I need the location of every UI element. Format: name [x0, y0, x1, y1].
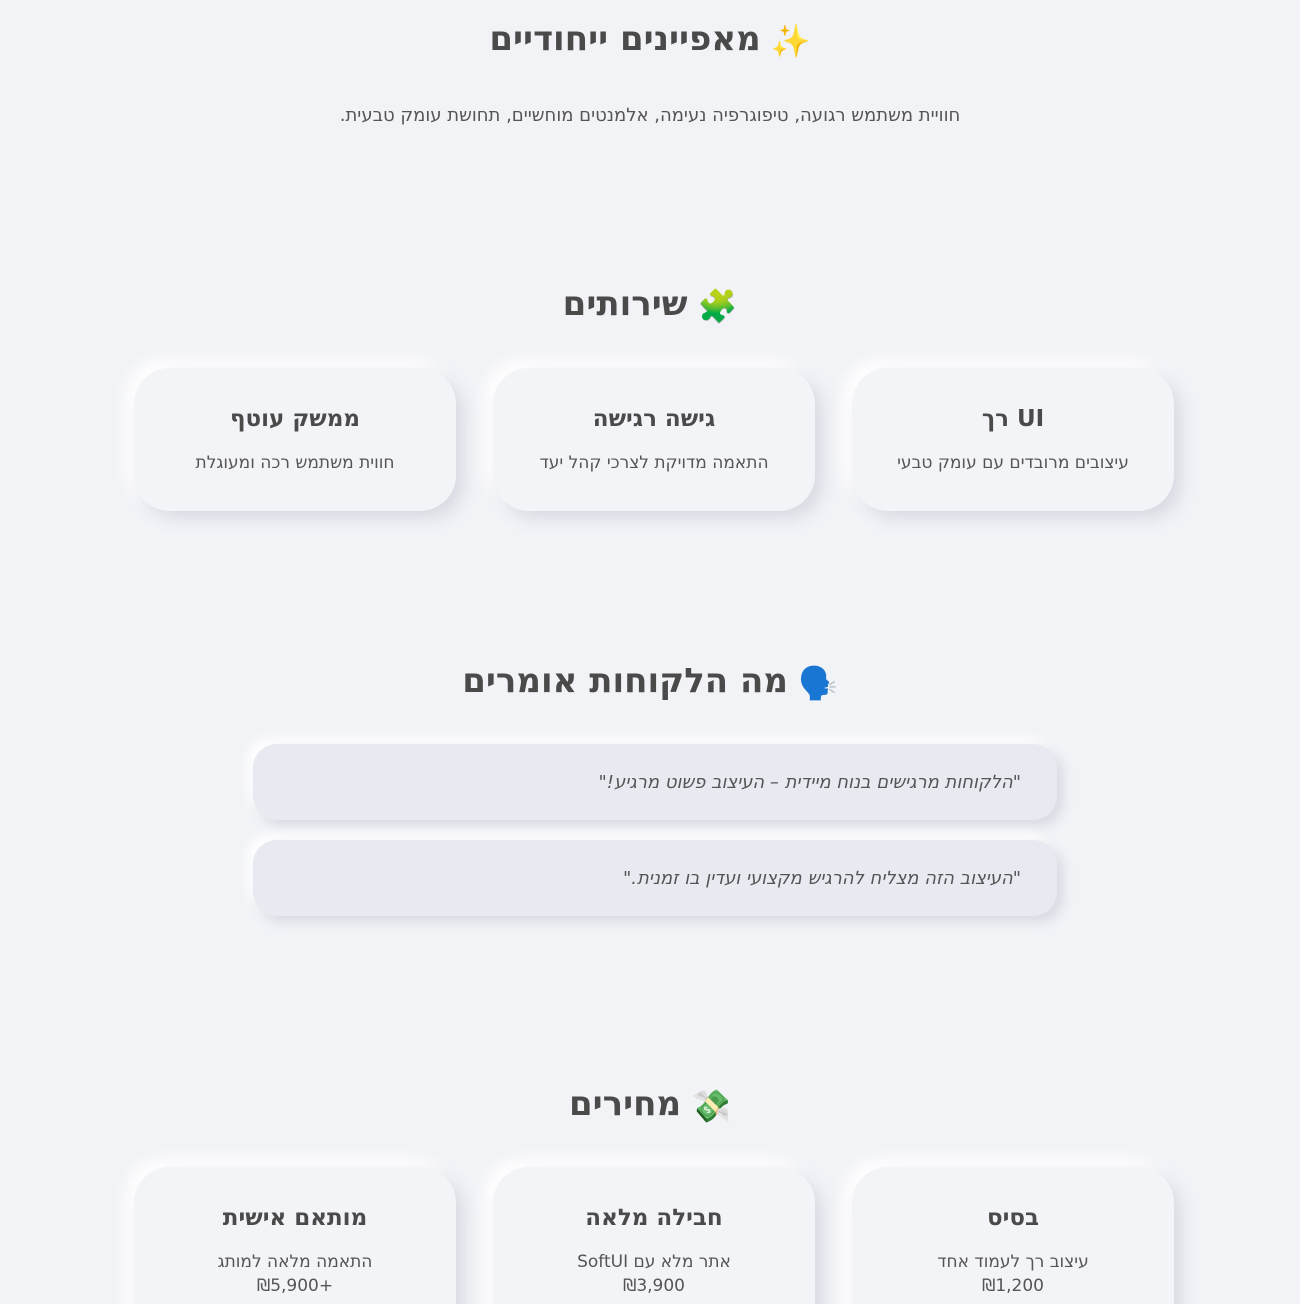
pricing-card-basic[interactable]: בסיס עיצוב רך לעמוד אחד ₪1,200 [852, 1167, 1174, 1304]
testimonials-title: מה הלקוחות אומרים [462, 661, 788, 701]
service-card-desc: התאמה מדויקת לצרכי קהל יעד [539, 453, 769, 473]
service-card-title: גישה רגישה [592, 406, 716, 432]
pricing-card-price: ₪5,900+ [256, 1276, 334, 1296]
speaking-head-icon: 🗣️ [797, 664, 838, 702]
service-card[interactable]: ממשק עוטף חווית משתמש רכה ומעוגלת [134, 368, 456, 511]
service-card-title: UI רך [981, 406, 1045, 432]
testimonials-heading: 🗣️מה הלקוחות אומרים [0, 664, 1300, 699]
sparkles-icon: ✨ [770, 22, 811, 60]
pricing-card-desc: התאמה מלאה למותג [217, 1252, 373, 1272]
pricing-card-full[interactable]: חבילה מלאה אתר מלא עם SoftUI ₪3,900 [493, 1167, 815, 1304]
pricing-cards: בסיס עיצוב רך לעמוד אחד ₪1,200 חבילה מלא… [134, 1167, 1174, 1304]
features-subtitle: חוויית משתמש רגועה, טיפוגרפיה נעימה, אלמ… [339, 105, 961, 126]
pricing-card-desc: אתר מלא עם SoftUI [577, 1252, 731, 1272]
services-cards: UI רך עיצובים מרובדים עם עומק טבעי גישה … [134, 368, 1174, 511]
features-heading: ✨מאפיינים ייחודיים [0, 22, 1300, 57]
features-title: מאפיינים ייחודיים [489, 19, 761, 59]
service-card-desc: עיצובים מרובדים עם עומק טבעי [897, 453, 1129, 473]
service-card[interactable]: UI רך עיצובים מרובדים עם עומק טבעי [852, 368, 1174, 511]
pricing-card-title: חבילה מלאה [585, 1205, 723, 1231]
pricing-section: 💸מחירים בסיס עיצוב רך לעמוד אחד ₪1,200 ח… [0, 1087, 1300, 1304]
service-card[interactable]: גישה רגישה התאמה מדויקת לצרכי קהל יעד [493, 368, 815, 511]
services-section: 🧩שירותים UI רך עיצובים מרובדים עם עומק ט… [0, 287, 1300, 511]
services-title: שירותים [562, 284, 688, 324]
pricing-title: מחירים [569, 1084, 682, 1124]
services-heading: 🧩שירותים [0, 287, 1300, 322]
money-with-wings-icon: 💸 [691, 1087, 731, 1125]
service-card-desc: חווית משתמש רכה ומעוגלת [195, 453, 395, 473]
testimonial-quote: "הלקוחות מרגישים בנוח מיידית – העיצוב פש… [253, 744, 1057, 820]
pricing-card-price: ₪1,200 [982, 1276, 1044, 1296]
puzzle-icon: 🧩 [697, 287, 738, 325]
testimonial-quote: "העיצוב הזה מצליח להרגיש מקצועי ועדין בו… [253, 840, 1057, 916]
service-card-title: ממשק עוטף [229, 406, 361, 432]
pricing-heading: 💸מחירים [0, 1087, 1300, 1122]
features-section: ✨מאפיינים ייחודיים חוויית משתמש רגועה, ט… [0, 22, 1300, 126]
page: ✨מאפיינים ייחודיים חוויית משתמש רגועה, ט… [0, 0, 1300, 1304]
pricing-card-custom[interactable]: מותאם אישית התאמה מלאה למותג ₪5,900+ [134, 1167, 456, 1304]
pricing-card-price: ₪3,900 [623, 1276, 685, 1296]
pricing-card-desc: עיצוב רך לעמוד אחד [937, 1252, 1089, 1272]
pricing-card-title: בסיס [986, 1205, 1040, 1231]
pricing-card-title: מותאם אישית [222, 1205, 368, 1231]
testimonials-section: 🗣️מה הלקוחות אומרים "הלקוחות מרגישים בנו… [0, 664, 1300, 916]
